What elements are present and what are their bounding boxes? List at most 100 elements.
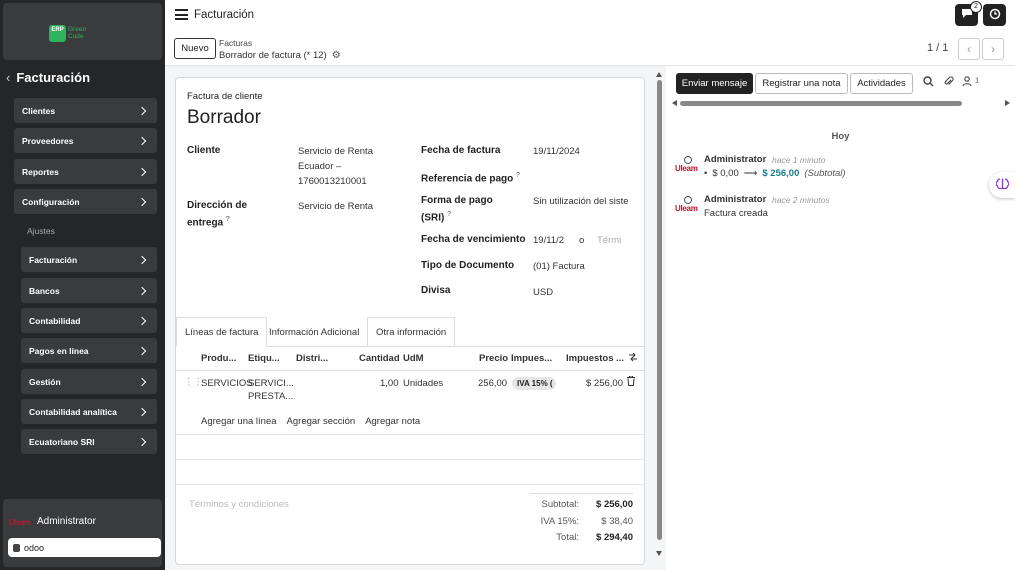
hamburger-menu-icon[interactable]: [175, 9, 188, 20]
pager-previous-button[interactable]: ‹: [958, 38, 980, 60]
referencia-pago-label: Referencia de pago ?: [421, 169, 520, 186]
sidebar-item-reportes[interactable]: Reportes: [14, 159, 157, 184]
paperclip-icon[interactable]: [943, 76, 954, 90]
column-precio[interactable]: Precio: [479, 353, 508, 364]
database-selector[interactable]: odoo: [8, 538, 161, 557]
chevron-right-icon: [137, 346, 147, 355]
scroll-right-arrow-icon[interactable]: [1005, 100, 1010, 106]
sidebar-item-pagos-en-linea[interactable]: Pagos en línea: [21, 338, 157, 363]
add-note-link[interactable]: Agregar nota: [365, 416, 420, 427]
user-menu[interactable]: Uleam Administrator: [9, 516, 96, 527]
form-scrollbar[interactable]: [656, 70, 663, 560]
tipo-documento-field[interactable]: (01) Factura: [533, 259, 585, 274]
pager-next-button[interactable]: ›: [982, 38, 1004, 60]
logo-area: ERP Green Code: [3, 3, 162, 60]
add-section-link[interactable]: Agregar sección: [287, 416, 356, 427]
gear-icon[interactable]: ⚙: [332, 50, 341, 61]
help-icon[interactable]: ?: [516, 172, 520, 179]
message-author[interactable]: Administrator: [704, 154, 766, 165]
terminos-pago-field[interactable]: Térmi: [597, 233, 621, 248]
cliente-label: Cliente: [187, 145, 221, 156]
divisa-label: Divisa: [421, 285, 451, 296]
search-icon[interactable]: [923, 76, 934, 90]
scroll-left-arrow-icon[interactable]: [672, 100, 677, 106]
cell-producto[interactable]: SERVICIOS: [201, 377, 253, 390]
direccion-entrega-field[interactable]: Servicio de Renta: [298, 199, 373, 214]
message-author[interactable]: Administrator: [704, 194, 766, 205]
forma-pago-label-line1: Forma de pago: [421, 195, 493, 206]
chevron-right-icon: [137, 377, 147, 386]
column-producto[interactable]: Produ...: [201, 353, 236, 364]
cell-precio[interactable]: 256,00: [478, 377, 507, 390]
log-note-button[interactable]: Registrar una nota: [755, 73, 848, 94]
sidebar-item-label: Ecuatoriano SRI: [29, 436, 95, 447]
table-row[interactable]: ⋮⋮ SERVICIOS SERVICI... PRESTA... 1,00 U…: [176, 371, 644, 408]
direccion-label-line2: entrega: [187, 217, 224, 229]
help-icon[interactable]: ?: [226, 216, 230, 223]
pager-value[interactable]: 1 / 1: [927, 42, 948, 54]
terms-conditions-field[interactable]: Términos y condiciones: [189, 499, 289, 510]
sidebar-item-configuracion[interactable]: Configuración: [14, 189, 157, 214]
tracking-old-value: $ 0,00: [712, 168, 739, 179]
column-udm[interactable]: UdM: [403, 353, 424, 364]
optional-columns-icon[interactable]: [628, 352, 638, 365]
messages-button[interactable]: 2: [955, 1, 982, 26]
chatter-message: Uleam Administrator hace 2 minutos Factu…: [675, 194, 1005, 224]
tab-otra-informacion[interactable]: Otra información: [367, 317, 456, 347]
divisa-field[interactable]: USD: [533, 285, 553, 300]
send-message-button[interactable]: Enviar mensaje: [676, 73, 753, 94]
fecha-vencimiento-field[interactable]: 19/11/2: [533, 233, 564, 248]
sidebar-item-ecuatoriano-sri[interactable]: Ecuatoriano SRI: [21, 429, 157, 454]
sidebar-item-facturacion[interactable]: Facturación: [21, 247, 157, 272]
column-etiqueta[interactable]: Etiqu...: [248, 353, 280, 364]
activities-button[interactable]: Actividades: [850, 73, 913, 94]
company-logo: ERP Green Code: [49, 25, 91, 43]
add-line-actions: Agregar una línea Agregar sección Agrega…: [201, 416, 420, 427]
help-icon[interactable]: ?: [447, 211, 451, 218]
followers-button[interactable]: 1: [962, 76, 979, 90]
breadcrumb-parent[interactable]: Facturas: [219, 38, 252, 48]
column-impuestos[interactable]: Impues...: [511, 353, 552, 364]
sidebar-item-proveedores[interactable]: Proveedores: [14, 128, 157, 153]
scrollbar-thumb[interactable]: [680, 101, 962, 106]
column-distribucion[interactable]: Distri...: [296, 353, 328, 364]
forma-pago-label: Forma de pago (SRI) ?: [421, 194, 493, 225]
sidebar-item-gestion[interactable]: Gestión: [21, 369, 157, 394]
database-name: odoo: [24, 542, 45, 553]
forma-pago-field[interactable]: Sin utilización del siste: [533, 194, 629, 209]
breadcrumb-current: Borrador de factura (* 12): [219, 50, 327, 61]
tab-informacion-adicional[interactable]: Información Adicional: [261, 317, 367, 347]
add-line-link[interactable]: Agregar una línea: [201, 416, 277, 427]
sidebar-item-contabilidad-analitica[interactable]: Contabilidad analítica: [21, 399, 157, 424]
total-value: $ 294,40: [596, 532, 633, 543]
trash-icon[interactable]: [627, 375, 635, 390]
tab-lineas-factura[interactable]: Líneas de factura: [176, 317, 268, 347]
sidebar-item-bancos[interactable]: Bancos: [21, 278, 157, 303]
invoice-state-title: Borrador: [187, 107, 261, 128]
cell-etiqueta[interactable]: SERVICI... PRESTA...: [248, 377, 294, 403]
cliente-name: Servicio de Renta: [298, 146, 373, 157]
fecha-factura-field[interactable]: 19/11/2024: [533, 144, 580, 159]
tax-tag[interactable]: IVA 15% (: [512, 377, 556, 390]
sidebar-app-title[interactable]: ‹ Facturación: [6, 70, 90, 85]
cell-cantidad[interactable]: 1,00: [380, 377, 399, 390]
cliente-field[interactable]: Servicio de Renta Ecuador – 176001321000…: [298, 144, 373, 189]
scroll-up-arrow-icon[interactable]: [656, 72, 662, 77]
activity-button[interactable]: [983, 4, 1006, 26]
chatter-horizontal-scrollbar[interactable]: [672, 100, 1010, 107]
column-impuestos-total[interactable]: Impuestos ...: [566, 353, 624, 364]
date-separator: Hoy: [831, 131, 850, 142]
new-button[interactable]: Nuevo: [174, 38, 216, 59]
sidebar-item-contabilidad[interactable]: Contabilidad: [21, 308, 157, 333]
ai-assistant-button[interactable]: [989, 172, 1015, 198]
divider: [176, 459, 644, 460]
sidebar-item-clientes[interactable]: Clientes: [14, 98, 157, 123]
author-avatar: Uleam: [675, 196, 701, 218]
scroll-down-arrow-icon[interactable]: [656, 551, 662, 556]
column-cantidad[interactable]: Cantidad: [359, 353, 400, 364]
chatter-panel: Enviar mensaje Registrar una nota Activi…: [666, 66, 1015, 570]
invoice-type-label: Factura de cliente: [187, 91, 263, 102]
avatar-word: Uleam: [675, 164, 698, 173]
cell-udm[interactable]: Unidades: [403, 377, 443, 390]
scrollbar-thumb[interactable]: [657, 80, 662, 540]
